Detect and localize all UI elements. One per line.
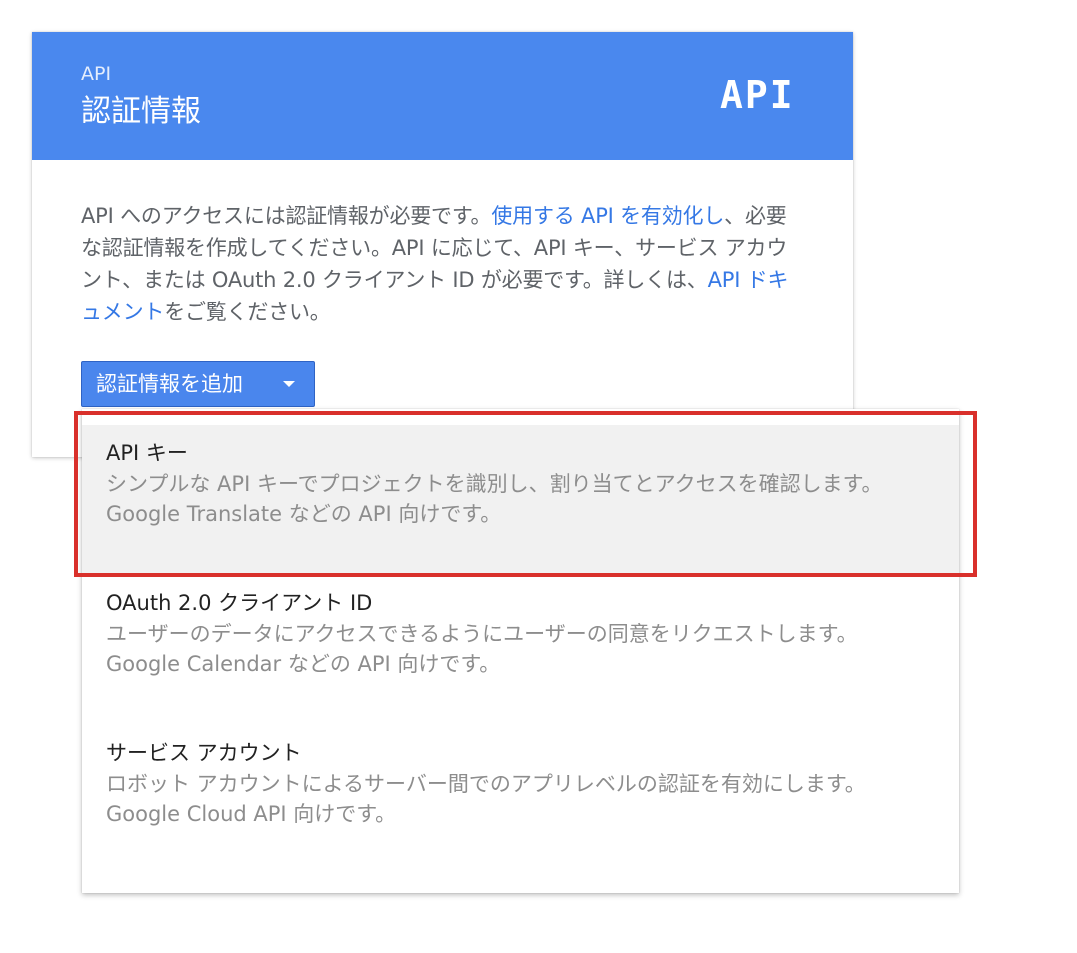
menu-item-title: サービス アカウント: [106, 741, 302, 765]
menu-item-title: OAuth 2.0 クライアント ID: [106, 591, 373, 615]
credentials-dropdown-menu: API キー シンプルな API キーでプロジェクトを識別し、割り当てとアクセス…: [82, 409, 959, 893]
enable-api-link[interactable]: 使用する API を有効化し: [491, 204, 724, 228]
menu-item-title: API キー: [106, 441, 188, 465]
description-text-3: をご覧ください。: [164, 300, 331, 324]
credentials-description: API へのアクセスには認証情報が必要です。使用する API を有効化し、必要な…: [81, 200, 806, 328]
api-logo-text: API: [720, 78, 795, 114]
menu-item-description: ロボット アカウントによるサーバー間でのアプリレベルの認証を有効にします。: [106, 772, 866, 796]
description-text-1: API へのアクセスには認証情報が必要です。: [81, 204, 492, 228]
menu-item-oauth-client-id[interactable]: OAuth 2.0 クライアント ID ユーザーのデータにアクセスできるようにユ…: [82, 575, 959, 725]
card-header: API 認証情報 API: [32, 32, 853, 160]
page-title: 認証情報: [81, 94, 201, 129]
menu-item-example: Google Cloud API 向けです。: [106, 802, 397, 826]
credentials-card: API 認証情報 API API へのアクセスには認証情報が必要です。使用する …: [32, 32, 853, 457]
menu-item-api-key[interactable]: API キー シンプルな API キーでプロジェクトを識別し、割り当てとアクセス…: [82, 425, 959, 575]
menu-item-example: Google Calendar などの API 向けです。: [106, 652, 501, 676]
menu-item-description: シンプルな API キーでプロジェクトを識別し、割り当てとアクセスを確認します。: [106, 472, 883, 496]
menu-item-description: ユーザーのデータにアクセスできるようにユーザーの同意をリクエストします。: [106, 622, 858, 646]
menu-item-service-account[interactable]: サービス アカウント ロボット アカウントによるサーバー間でのアプリレベルの認証…: [82, 725, 959, 875]
api-logo-icon: API: [720, 78, 795, 114]
add-credentials-button[interactable]: 認証情報を追加: [81, 361, 315, 407]
add-credentials-label: 認証情報を追加: [96, 372, 243, 396]
menu-item-example: Google Translate などの API 向けです。: [106, 502, 502, 526]
caret-down-icon: [283, 381, 295, 387]
header-overline: API: [81, 63, 112, 85]
